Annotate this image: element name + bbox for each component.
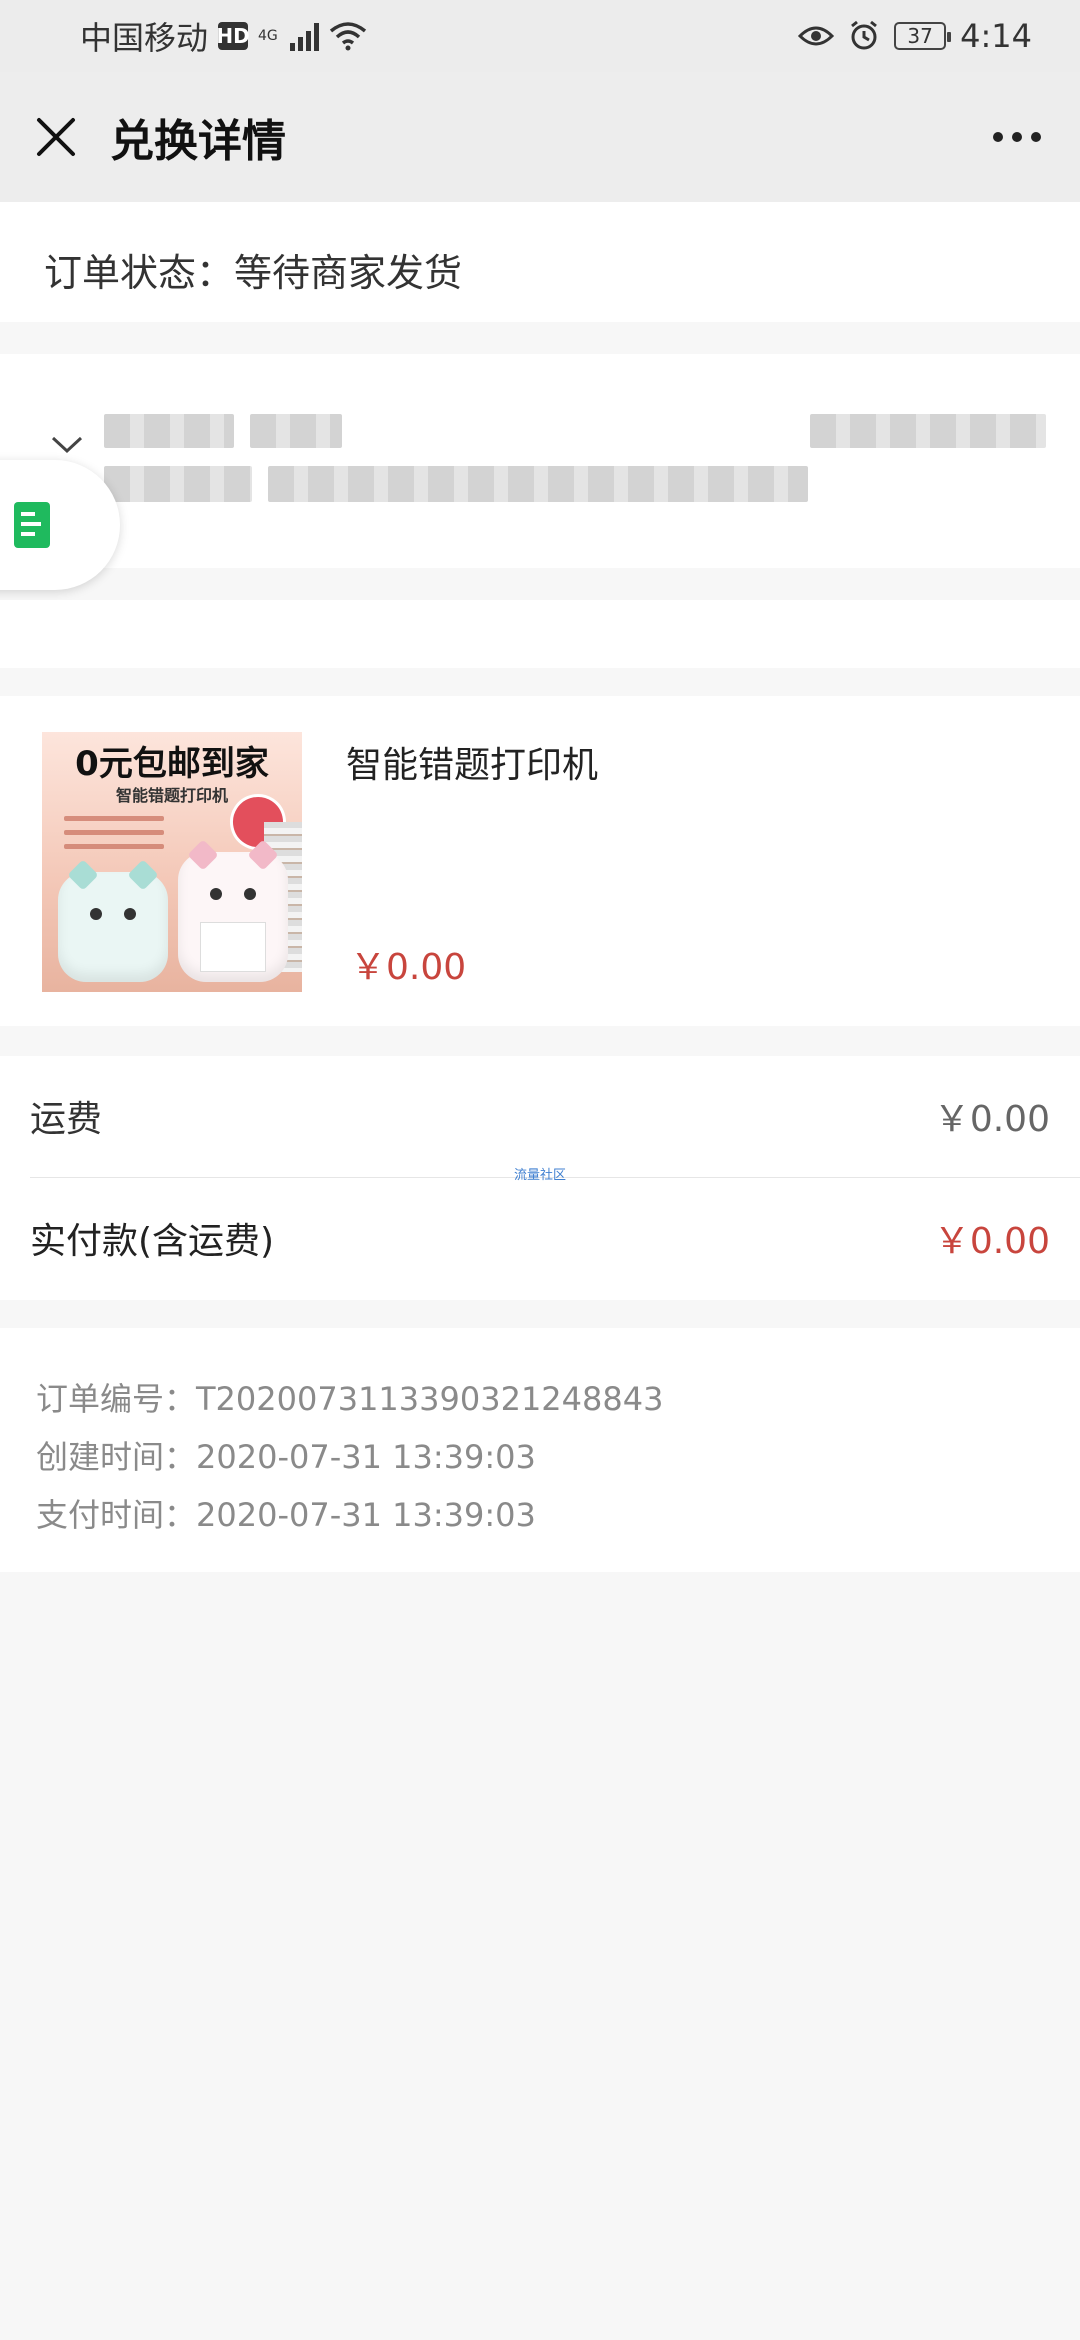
paid-time: 支付时间：2020-07-31 13:39:03 [36, 1496, 536, 1534]
note-icon [14, 502, 50, 548]
hd-icon: HD [216, 22, 250, 50]
more-button[interactable] [982, 109, 1052, 165]
clock-time: 4:14 [960, 17, 1032, 55]
shipping-label: 运费 [30, 1099, 103, 1140]
product-image[interactable]: 0元包邮到家 智能错题打印机 [42, 732, 302, 992]
created-time: 创建时间：2020-07-31 13:39:03 [36, 1438, 536, 1476]
carrier-label: 中国移动 [80, 19, 209, 57]
product-price: ￥0.00 [350, 947, 467, 988]
phone-redacted [810, 414, 1046, 448]
eye-icon [798, 26, 835, 46]
network-type-label: 4G [258, 28, 278, 44]
product-card[interactable]: 0元包邮到家 智能错题打印机 智能错题打印机 ￥0.00 [0, 696, 1080, 1026]
nav-bar: 兑换详情 [0, 72, 1080, 202]
product-image-headline: 0元包邮到家 [75, 744, 269, 784]
shipping-row: 运费 ￥0.00 [0, 1056, 1080, 1176]
chevron-down-icon [51, 436, 83, 454]
total-row: 实付款(含运费) ￥0.00 [0, 1178, 1080, 1298]
signal-icon [289, 21, 319, 51]
battery-icon: 37 [894, 22, 952, 50]
order-number: 订单编号：T202007311339032124884​3 [36, 1380, 664, 1418]
exchange-detail-page: 中国移动 HD 4G 37 4:14 兑换详情 订单状态：等待商家发货 0元包邮… [0, 0, 1080, 2340]
order-status-text: 订单状态：等待商家发货 [44, 251, 463, 295]
alarm-icon [851, 20, 878, 50]
blank-section [0, 600, 1080, 668]
total-label: 实付款(含运费) [30, 1221, 275, 1262]
close-icon [37, 118, 75, 156]
recipient-name-redacted [104, 414, 234, 448]
printer-graphic [178, 839, 288, 982]
address-redacted [268, 466, 808, 502]
address-redacted [104, 466, 252, 502]
address-card[interactable] [0, 354, 1080, 568]
product-name[interactable]: 智能错题打印机 [346, 736, 598, 788]
status-bar: 中国移动 HD 4G 37 4:14 [0, 0, 1080, 72]
fee-card: 运费 ￥0.00 流量社区 实付款(含运费) ￥0.00 [0, 1056, 1080, 1300]
order-status-card: 订单状态：等待商家发货 [0, 202, 1080, 322]
printer-graphic [58, 859, 168, 982]
shipping-value: ￥0.00 [933, 1099, 1050, 1140]
page-title: 兑换详情 [110, 116, 286, 167]
recipient-redacted [250, 414, 342, 448]
close-button[interactable] [28, 109, 84, 165]
more-icon [993, 132, 1003, 142]
order-info-card: 订单编号：T202007311339032124884​3 创建时间：2020-… [0, 1328, 1080, 1572]
wifi-icon [329, 22, 366, 51]
total-value: ￥0.00 [933, 1221, 1050, 1262]
floating-note-button[interactable] [0, 460, 120, 590]
